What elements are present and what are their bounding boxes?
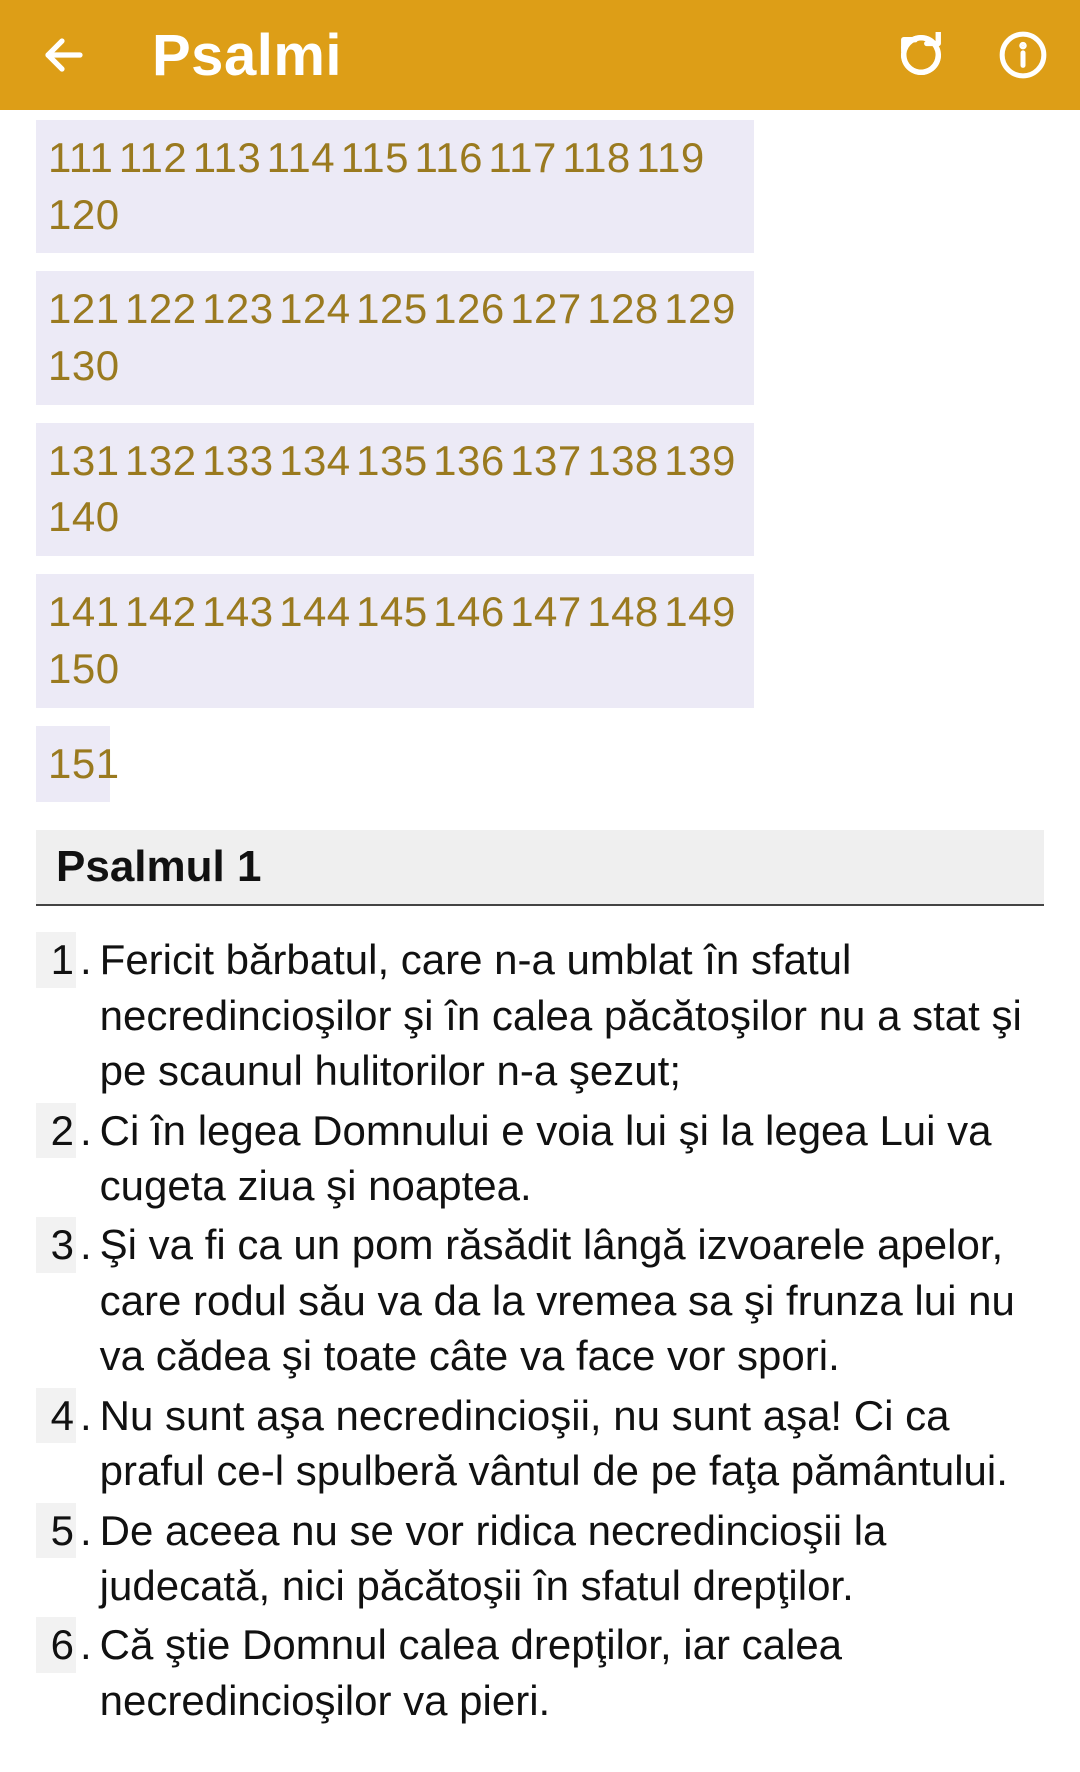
chapter-link[interactable]: 131 xyxy=(48,433,120,490)
chapter-row: 141 142 143 144 145 146 147 148 149 150 xyxy=(36,574,754,707)
verse-number[interactable]: 4 xyxy=(36,1388,76,1443)
chapter-link[interactable]: 130 xyxy=(48,338,120,395)
chapter-link[interactable]: 118 xyxy=(562,130,630,187)
chapter-link[interactable]: 149 xyxy=(664,584,736,641)
chapter-link[interactable]: 139 xyxy=(664,433,736,490)
verse-number[interactable]: 6 xyxy=(36,1617,76,1672)
chapter-link[interactable]: 132 xyxy=(125,433,197,490)
chapter-link[interactable]: 140 xyxy=(48,489,120,546)
chapter-link[interactable]: 113 xyxy=(193,130,261,187)
chapter-link[interactable]: 135 xyxy=(356,433,428,490)
chapter-link[interactable]: 124 xyxy=(279,281,351,338)
chapter-row: 111 112 113 114 115 116 117 118 119 120 xyxy=(36,120,754,253)
verse-dot: . xyxy=(80,1503,92,1614)
chapter-link[interactable]: 127 xyxy=(510,281,582,338)
verse-text: De aceea nu se vor ridica necredincioşii… xyxy=(100,1503,1044,1614)
verse-dot: . xyxy=(80,1217,92,1383)
verse-text: Şi va fi ca un pom răsădit lângă izvoare… xyxy=(100,1217,1044,1383)
chapter-link[interactable]: 138 xyxy=(587,433,659,490)
verse-number[interactable]: 5 xyxy=(36,1503,76,1558)
chapter-row: 151 xyxy=(36,726,110,803)
chapter-link[interactable]: 115 xyxy=(341,130,409,187)
chapter-link[interactable]: 145 xyxy=(356,584,428,641)
info-icon xyxy=(998,30,1048,80)
chapter-link[interactable]: 128 xyxy=(587,281,659,338)
verse-dot: . xyxy=(80,1617,92,1728)
verse-row: 3.Şi va fi ca un pom răsădit lângă izvoa… xyxy=(36,1217,1044,1383)
chapter-link[interactable]: 122 xyxy=(125,281,197,338)
chapter-link[interactable]: 116 xyxy=(414,130,482,187)
verse-number[interactable]: 1 xyxy=(36,932,76,987)
chapter-link[interactable]: 125 xyxy=(356,281,428,338)
chapter-link[interactable]: 137 xyxy=(510,433,582,490)
refresh-button[interactable] xyxy=(898,32,944,78)
verse-dot: . xyxy=(80,1103,92,1214)
verse-number[interactable]: 2 xyxy=(36,1103,76,1158)
verse-row: 1.Fericit bărbatul, care n-a umblat în s… xyxy=(36,932,1044,1098)
chapter-link[interactable]: 144 xyxy=(279,584,351,641)
verse-text: Ci în legea Domnului e voia lui şi la le… xyxy=(100,1103,1044,1214)
chapter-link[interactable]: 143 xyxy=(202,584,274,641)
chapter-link[interactable]: 151 xyxy=(48,736,120,793)
verse-row: 4.Nu sunt aşa necredincioşii, nu sunt aş… xyxy=(36,1388,1044,1499)
verse-dot: . xyxy=(80,932,92,1098)
chapter-row: 131 132 133 134 135 136 137 138 139 140 xyxy=(36,423,754,556)
chapter-link[interactable]: 147 xyxy=(510,584,582,641)
verse-list: 1.Fericit bărbatul, care n-a umblat în s… xyxy=(36,906,1044,1728)
verse-row: 6.Că ştie Domnul calea drepţilor, iar ca… xyxy=(36,1617,1044,1728)
chapter-link[interactable]: 141 xyxy=(48,584,120,641)
chapter-row: 121 122 123 124 125 126 127 128 129 130 xyxy=(36,271,754,404)
refresh-icon xyxy=(898,32,944,78)
verse-dot: . xyxy=(80,1388,92,1499)
arrow-left-icon xyxy=(40,31,88,79)
chapter-link[interactable]: 142 xyxy=(125,584,197,641)
chapter-link[interactable]: 121 xyxy=(48,281,120,338)
section-header: Psalmul 1 xyxy=(36,830,1044,906)
app-header: Psalmi xyxy=(0,0,1080,110)
verse-row: 2.Ci în legea Domnului e voia lui şi la … xyxy=(36,1103,1044,1214)
chapter-link[interactable]: 123 xyxy=(202,281,274,338)
page-title: Psalmi xyxy=(152,22,342,89)
verse-text: Fericit bărbatul, care n-a umblat în sfa… xyxy=(100,932,1044,1098)
chapter-link[interactable]: 133 xyxy=(202,433,274,490)
chapter-link[interactable]: 112 xyxy=(119,130,187,187)
verse-text: Nu sunt aşa necredincioşii, nu sunt aşa!… xyxy=(100,1388,1044,1499)
chapter-link[interactable]: 129 xyxy=(664,281,736,338)
chapter-link[interactable]: 136 xyxy=(433,433,505,490)
info-button[interactable] xyxy=(998,30,1048,80)
verse-number[interactable]: 3 xyxy=(36,1217,76,1272)
chapter-link[interactable]: 134 xyxy=(279,433,351,490)
chapter-link[interactable]: 117 xyxy=(488,130,556,187)
chapter-link[interactable]: 146 xyxy=(433,584,505,641)
chapter-link[interactable]: 148 xyxy=(587,584,659,641)
chapter-link[interactable]: 120 xyxy=(48,187,120,244)
chapter-link[interactable]: 150 xyxy=(48,641,120,698)
chapter-link[interactable]: 111 xyxy=(48,130,113,187)
verse-row: 5.De aceea nu se vor ridica necredincioş… xyxy=(36,1503,1044,1614)
chapter-link[interactable]: 126 xyxy=(433,281,505,338)
section-title: Psalmul 1 xyxy=(56,842,1024,892)
chapter-link[interactable]: 114 xyxy=(267,130,335,187)
chapter-link[interactable]: 119 xyxy=(636,130,704,187)
chapter-nav: 111 112 113 114 115 116 117 118 119 1201… xyxy=(36,120,1044,802)
verse-text: Că ştie Domnul calea drepţilor, iar cale… xyxy=(100,1617,1044,1728)
content-area: 111 112 113 114 115 116 117 118 119 1201… xyxy=(0,120,1080,1772)
back-button[interactable] xyxy=(40,31,88,79)
